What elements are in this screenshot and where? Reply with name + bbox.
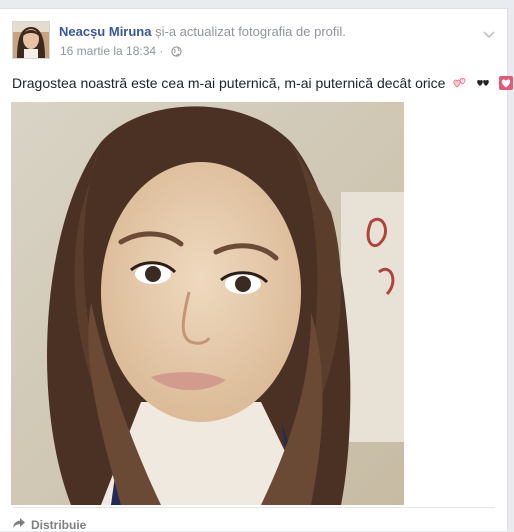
share-button[interactable]: Distribuie [12,517,86,532]
profile-photo[interactable] [11,102,404,505]
chevron-down-icon[interactable] [483,26,495,39]
author-avatar[interactable] [12,21,50,59]
post-meta: 16 martie la 18:34 · [60,44,182,60]
heart-box-icon [498,75,514,94]
revolving-hearts-icon [452,75,468,94]
post-timestamp[interactable]: 16 martie la 18:34 [60,44,156,58]
meta-separator: · [159,44,164,58]
post-action-text: și-a actualizat fotografia de profil. [155,24,346,39]
post-text-content: Dragostea noastră este cea m-ai puternic… [12,75,446,91]
share-arrow-icon [12,517,26,532]
author-name-link[interactable]: Neacșu Miruna [59,24,151,39]
post-card: Neacșu Miruna și-a actualizat fotografia… [0,8,514,532]
black-hearts-icon [475,75,491,94]
post-text: Dragostea noastră este cea m-ai puternic… [12,75,514,94]
actions-divider [12,507,495,508]
globe-icon[interactable] [171,46,182,60]
share-label: Distribuie [31,517,87,532]
post-header: Neacșu Miruna și-a actualizat fotografia… [59,24,346,39]
